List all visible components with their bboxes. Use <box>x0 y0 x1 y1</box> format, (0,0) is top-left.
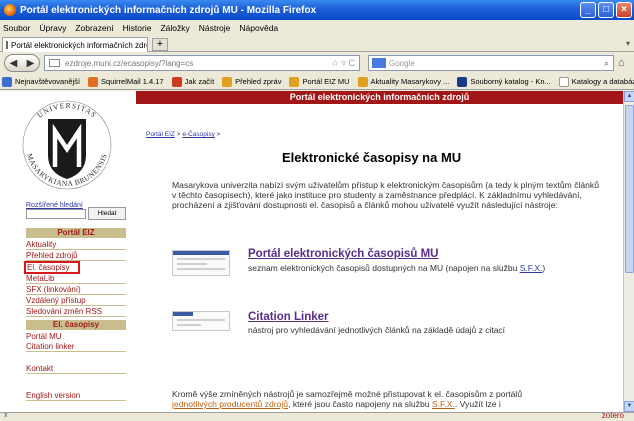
maximize-button[interactable]: □ <box>598 2 614 18</box>
bookmark-icon <box>222 76 233 87</box>
window-controls: _ □ × <box>580 2 632 18</box>
portal-screenshot-thumbnail[interactable] <box>172 250 230 276</box>
minimize-button[interactable]: _ <box>580 2 596 18</box>
window-title: Portál elektronických informačních zdroj… <box>20 4 317 16</box>
bookmark-star-icon[interactable]: ☆ ▿ C <box>331 58 355 69</box>
bookmark-item[interactable]: Aktuality Masarykovy ... <box>357 76 449 87</box>
breadcrumb-current-link[interactable]: e-Časopisy <box>182 131 215 138</box>
url-path: /ecasopisy/?lang=cs <box>121 58 194 68</box>
sidebar: UNIVERSITAS MASARYKIANA BRUNENSIS Rozšíř… <box>0 91 135 412</box>
navigation-bar: ◀ ▶ ezdroje.muni.cz /ecasopisy/?lang=cs … <box>0 52 634 74</box>
menu-historie[interactable]: Historie <box>123 23 152 33</box>
page-content: UNIVERSITAS MASARYKIANA BRUNENSIS Rozšíř… <box>0 91 623 412</box>
status-bar: x zotero <box>0 411 634 421</box>
new-tab-button[interactable]: + <box>152 38 168 51</box>
tab-active[interactable]: Portál elektronických informačních zdroj… <box>2 37 148 52</box>
tab-bar: Portál elektronických informačních zdroj… <box>0 35 634 52</box>
menu-bar: Soubor Úpravy Zobrazení Historie Záložky… <box>0 20 634 35</box>
bookmark-icon <box>88 76 99 87</box>
bookmark-item[interactable]: Portál EIZ MU <box>289 76 350 87</box>
outro-text: Kromě výše zmíněných nástrojů je samozře… <box>172 389 523 409</box>
portal-casopisu-description: seznam elektronických časopisů dostupnýc… <box>248 263 546 273</box>
breadcrumb-separator: > <box>214 131 221 138</box>
advanced-search-link[interactable]: Rozšířené hledání <box>26 202 83 209</box>
breadcrumb-home-link[interactable]: Portál EIZ <box>146 131 175 138</box>
page-title: Elektronické časopisy na MU <box>282 150 462 165</box>
sidebar-item-sfx[interactable]: SFX (linkování) <box>26 284 126 295</box>
back-forward-buttons[interactable]: ◀ ▶ <box>4 54 40 72</box>
menu-napoveda[interactable]: Nápověda <box>239 23 278 33</box>
sidebar-item-kontakt[interactable]: Kontakt <box>26 363 126 374</box>
search-button[interactable]: Hledat <box>88 207 126 220</box>
sidebar-item-rss[interactable]: Sledování změn RSS <box>26 306 126 317</box>
sfx-link[interactable]: S.F.X. <box>520 263 543 273</box>
tab-label: Portál elektronických informačních zdroj… <box>11 40 147 50</box>
magnifier-icon[interactable]: ⌕ <box>604 58 609 69</box>
sidebar-section-el-casopisy: El. časopisy <box>26 320 126 330</box>
bookmark-icon <box>289 76 300 87</box>
site-identity-icon[interactable] <box>49 59 60 67</box>
sidebar-section-portal-eiz: Portál EIZ <box>26 228 126 238</box>
sidebar-item-vzdaleny-pristup[interactable]: Vzdálený přístup <box>26 295 126 306</box>
bookmark-item[interactable]: Jak začít <box>171 76 214 87</box>
forward-arrow-icon[interactable]: ▶ <box>27 58 35 69</box>
intro-text: Masarykova univerzita nabízí svým uživat… <box>172 180 599 210</box>
scrollbar-thumb[interactable] <box>625 105 634 273</box>
producers-link[interactable]: jednotlivých producentů zdrojů <box>172 399 288 409</box>
bookmark-icon <box>558 76 569 87</box>
address-bar[interactable]: ezdroje.muni.cz /ecasopisy/?lang=cs ☆ ▿ … <box>44 55 360 71</box>
scroll-down-arrow-icon[interactable]: ▼ <box>624 401 634 412</box>
citation-linker-description: nástroj pro vyhledávání jednotlivých člá… <box>248 325 506 335</box>
bookmark-item[interactable]: Souborný katalog - Kn... <box>457 76 551 87</box>
bookmark-icon <box>2 76 12 87</box>
firefox-icon <box>4 4 16 16</box>
svg-text:UNIVERSITAS: UNIVERSITAS <box>35 101 98 120</box>
menu-nastroje[interactable]: Nástroje <box>199 23 231 33</box>
close-button[interactable]: × <box>616 2 632 18</box>
sidebar-item-prehled-zdroju[interactable]: Přehled zdrojů <box>26 250 126 261</box>
home-icon[interactable]: ⌂ <box>618 57 625 69</box>
page-icon <box>6 41 8 49</box>
url-host: ezdroje.muni.cz <box>65 58 122 68</box>
bookmark-item[interactable]: SquirrelMail 1.4.17 <box>88 76 164 87</box>
back-arrow-icon[interactable]: ◀ <box>10 58 18 69</box>
bookmark-icon <box>357 76 368 87</box>
citation-linker-link[interactable]: Citation Linker <box>248 311 329 323</box>
page-header-banner: Portál elektronických informačních zdroj… <box>136 91 623 104</box>
close-findbar-icon[interactable]: x <box>4 412 8 419</box>
menu-zobrazeni[interactable]: Zobrazení <box>75 23 113 33</box>
sidebar-item-metalib[interactable]: MetaLib <box>26 273 126 284</box>
menu-zalozky[interactable]: Záložky <box>160 23 189 33</box>
zotero-button[interactable]: zotero <box>602 411 624 420</box>
sidebar-item-aktuality[interactable]: Aktuality <box>26 239 126 250</box>
sidebar-item-citation-linker[interactable]: Citation linker <box>26 341 126 352</box>
bookmark-icon <box>171 76 182 87</box>
bookmark-item[interactable]: Přehled zpráv <box>222 76 281 87</box>
vertical-scrollbar[interactable]: ▲ ▼ <box>623 91 634 412</box>
bookmark-icon <box>457 76 468 87</box>
search-input[interactable] <box>26 209 86 219</box>
search-engine-icon[interactable] <box>372 58 386 68</box>
sidebar-item-english[interactable]: English version <box>26 390 126 401</box>
scroll-up-arrow-icon[interactable]: ▲ <box>624 91 634 102</box>
search-placeholder: Google <box>389 58 415 68</box>
breadcrumb: Portál EIZ > e-Časopisy > <box>146 131 220 138</box>
bookmarks-bar: Nejnavštěvovanější SquirrelMail 1.4.17 J… <box>0 74 634 90</box>
bookmark-item[interactable]: Katalogy a databáze ... <box>558 76 634 87</box>
university-logo: UNIVERSITAS MASARYKIANA BRUNENSIS <box>22 100 112 190</box>
sfx-link-2[interactable]: S.F.X. <box>432 399 455 409</box>
menu-soubor[interactable]: Soubor <box>3 23 30 33</box>
citation-linker-thumbnail[interactable] <box>172 311 230 331</box>
portal-casopisu-link[interactable]: Portál elektronických časopisů MU <box>248 248 438 260</box>
bookmark-item[interactable]: Nejnavštěvovanější <box>2 76 80 87</box>
search-box[interactable]: Google ⌕ <box>368 55 614 71</box>
tab-list-icon[interactable]: ▾ <box>626 39 630 48</box>
window-titlebar: Portál elektronických informačních zdroj… <box>0 0 634 20</box>
menu-upravy[interactable]: Úpravy <box>39 23 66 33</box>
